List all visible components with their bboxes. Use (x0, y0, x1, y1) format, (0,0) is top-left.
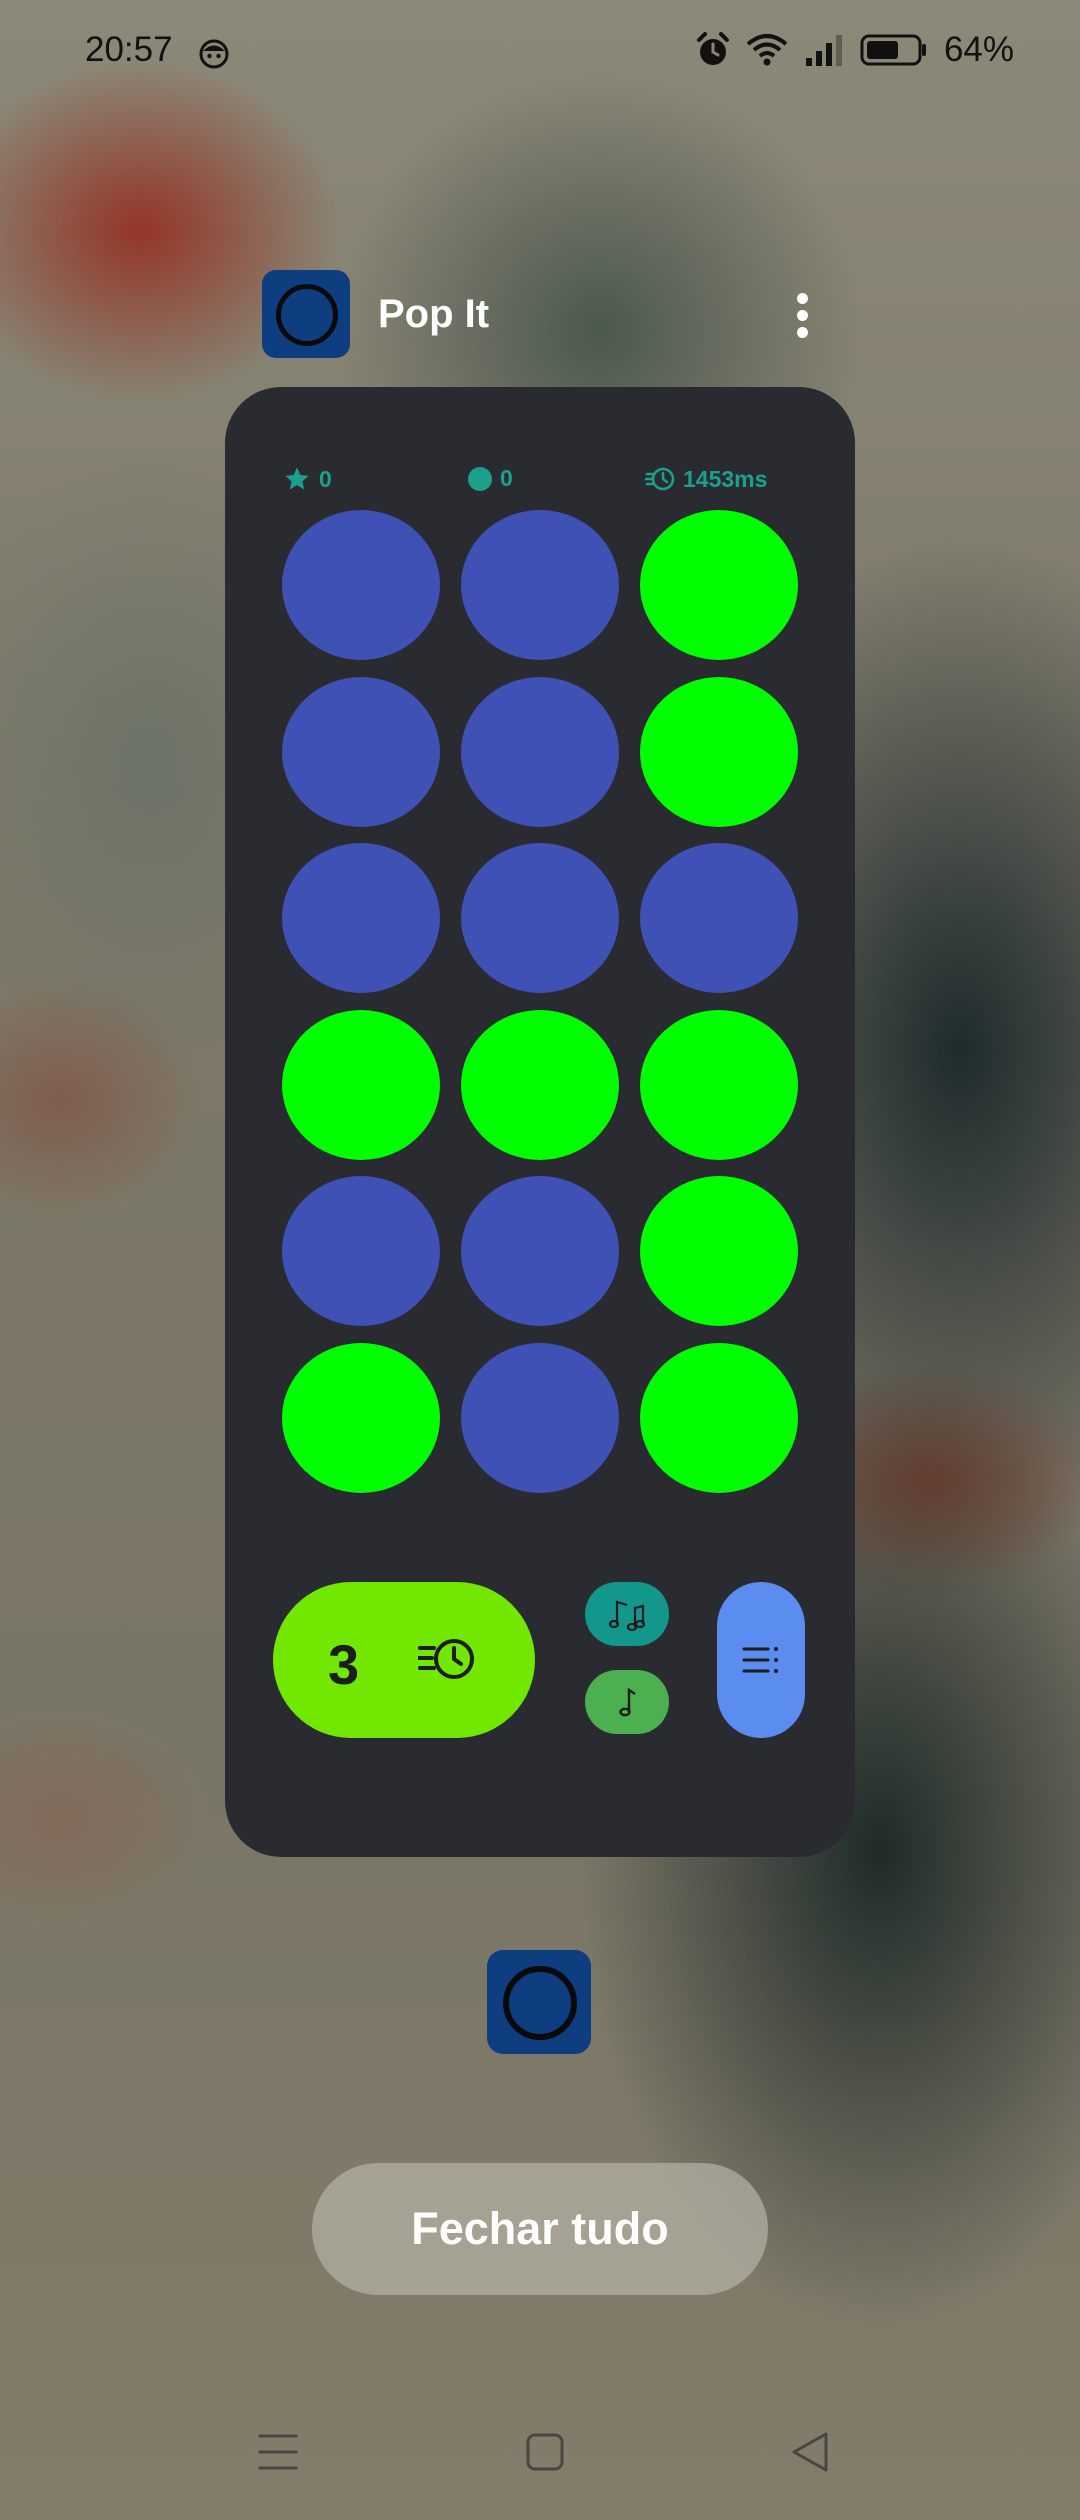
face-emoji-icon (199, 39, 229, 69)
music-toggle-button[interactable] (585, 1582, 669, 1646)
bubble-green-r5c3[interactable] (640, 1176, 798, 1326)
recent-app-header: Pop It (262, 270, 822, 360)
close-all-button[interactable]: Fechar tudo (312, 2163, 768, 2295)
fast-timer-icon (418, 1639, 474, 1679)
time-value: 1453ms (683, 465, 768, 492)
home-icon[interactable] (525, 2430, 565, 2474)
status-bar: 20:57 64% (0, 0, 1080, 110)
signal-icon (805, 35, 842, 66)
back-icon[interactable] (790, 2430, 830, 2474)
battery-percent: 64% (943, 30, 1014, 69)
menu-list-icon (742, 1647, 778, 1673)
bubble-blue-r1c2[interactable] (461, 510, 619, 660)
bubble-blue-r3c1[interactable] (282, 843, 440, 993)
bubble-green-r6c1[interactable] (282, 1342, 440, 1493)
battery-icon (860, 34, 926, 66)
star-icon (285, 467, 309, 490)
bubble-grid (282, 510, 802, 1510)
music-notes-icon (608, 1600, 646, 1632)
bubble-blue-r5c2[interactable] (461, 1176, 619, 1326)
alarm-icon (696, 32, 729, 65)
bubble-blue-r2c1[interactable] (282, 676, 440, 827)
wifi-icon (746, 34, 788, 66)
bubble-green-r2c3[interactable] (640, 676, 798, 827)
bubble-green-r4c3[interactable] (640, 1009, 798, 1160)
pop-it-app-icon[interactable] (262, 270, 350, 358)
stars-value: 0 (319, 465, 332, 492)
controls-row: 3 (225, 1582, 855, 1742)
app-title: Pop It (378, 292, 490, 336)
more-options-button[interactable] (782, 288, 822, 344)
stars-stat: 0 (283, 465, 332, 493)
timer-count: 3 (328, 1633, 360, 1696)
music-note-icon (619, 1687, 636, 1717)
pops-value: 0 (500, 465, 513, 491)
bubble-blue-r3c3[interactable] (640, 843, 798, 993)
status-time: 20:57 (85, 30, 173, 69)
menu-button[interactable] (717, 1582, 805, 1738)
sound-toggle-button[interactable] (585, 1670, 669, 1734)
more-vertical-icon (797, 293, 808, 304)
bubble-blue-r5c1[interactable] (282, 1176, 440, 1326)
bubble-green-r6c3[interactable] (640, 1342, 798, 1493)
dot-icon (468, 466, 492, 491)
recent-app-card[interactable]: 0 0 1453ms 3 (225, 387, 855, 1857)
navigation-bar (0, 2420, 1080, 2490)
bubble-blue-r1c1[interactable] (282, 510, 440, 660)
stats-row: 0 0 1453ms (225, 465, 855, 501)
bubble-green-r4c1[interactable] (282, 1009, 440, 1160)
pops-stat: 0 (468, 465, 513, 492)
timer-mode-button[interactable]: 3 (273, 1582, 535, 1738)
fast-timer-icon (645, 467, 675, 491)
bubble-blue-r6c2[interactable] (461, 1342, 619, 1493)
bubble-green-r1c3[interactable] (640, 510, 798, 660)
menu-icon[interactable] (258, 2430, 298, 2474)
bubble-blue-r3c2[interactable] (461, 843, 619, 993)
bubble-blue-r2c2[interactable] (461, 676, 619, 827)
time-stat: 1453ms (645, 465, 767, 493)
pop-it-app-icon-large[interactable] (487, 1950, 591, 2054)
bubble-green-r4c2[interactable] (461, 1009, 619, 1160)
status-icons: 64% (696, 30, 1014, 70)
